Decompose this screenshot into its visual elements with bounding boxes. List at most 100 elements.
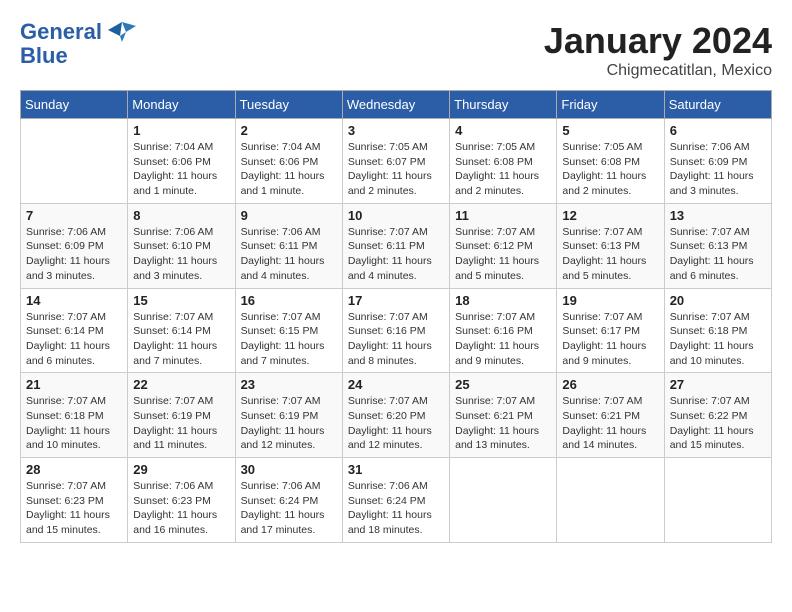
day-info: Sunrise: 7:07 AMSunset: 6:23 PMDaylight:… bbox=[26, 479, 122, 538]
day-info: Sunrise: 7:07 AMSunset: 6:19 PMDaylight:… bbox=[241, 394, 337, 453]
day-info: Sunrise: 7:07 AMSunset: 6:12 PMDaylight:… bbox=[455, 225, 551, 284]
day-number: 3 bbox=[348, 123, 444, 138]
day-number: 27 bbox=[670, 377, 766, 392]
title-block: January 2024 Chigmecatitlan, Mexico bbox=[544, 20, 772, 80]
day-number: 13 bbox=[670, 208, 766, 223]
day-info: Sunrise: 7:07 AMSunset: 6:18 PMDaylight:… bbox=[670, 310, 766, 369]
calendar-cell: 31Sunrise: 7:06 AMSunset: 6:24 PMDayligh… bbox=[342, 458, 449, 543]
calendar-cell: 25 Sunrise: 7:07 AMSunset: 6:21 PMDayligh… bbox=[450, 373, 557, 458]
day-info: Sunrise: 7:07 AMSunset: 6:20 PMDaylight:… bbox=[348, 394, 444, 453]
calendar-cell: 28 Sunrise: 7:07 AMSunset: 6:23 PMDayligh… bbox=[21, 458, 128, 543]
page-header: General Blue January 2024 Chigmecatitlan… bbox=[20, 20, 772, 80]
day-number: 2 bbox=[241, 123, 337, 138]
calendar-cell: 4 Sunrise: 7:05 AMSunset: 6:08 PMDaylight… bbox=[450, 119, 557, 204]
calendar-cell bbox=[664, 458, 771, 543]
calendar-cell: 27 Sunrise: 7:07 AMSunset: 6:22 PMDayligh… bbox=[664, 373, 771, 458]
day-number: 26 bbox=[562, 377, 658, 392]
weekday-header-friday: Friday bbox=[557, 91, 664, 119]
day-number: 23 bbox=[241, 377, 337, 392]
day-info: Sunrise: 7:06 AMSunset: 6:24 PMDaylight:… bbox=[241, 479, 337, 538]
day-number: 15 bbox=[133, 293, 229, 308]
day-number: 25 bbox=[455, 377, 551, 392]
day-number: 20 bbox=[670, 293, 766, 308]
day-number: 4 bbox=[455, 123, 551, 138]
day-info: Sunrise: 7:07 AMSunset: 6:16 PMDaylight:… bbox=[455, 310, 551, 369]
calendar-cell: 8 Sunrise: 7:06 AMSunset: 6:10 PMDaylight… bbox=[128, 203, 235, 288]
logo: General Blue bbox=[20, 20, 136, 68]
day-number: 21 bbox=[26, 377, 122, 392]
weekday-header-thursday: Thursday bbox=[450, 91, 557, 119]
day-info: Sunrise: 7:04 AMSunset: 6:06 PMDaylight:… bbox=[241, 140, 337, 199]
calendar-cell: 17Sunrise: 7:07 AMSunset: 6:16 PMDayligh… bbox=[342, 288, 449, 373]
day-number: 19 bbox=[562, 293, 658, 308]
day-info: Sunrise: 7:07 AMSunset: 6:13 PMDaylight:… bbox=[670, 225, 766, 284]
calendar-cell: 22Sunrise: 7:07 AMSunset: 6:19 PMDayligh… bbox=[128, 373, 235, 458]
day-number: 29 bbox=[133, 462, 229, 477]
calendar-cell: 3 Sunrise: 7:05 AMSunset: 6:07 PMDaylight… bbox=[342, 119, 449, 204]
calendar-cell: 20 Sunrise: 7:07 AMSunset: 6:18 PMDayligh… bbox=[664, 288, 771, 373]
day-info: Sunrise: 7:06 AMSunset: 6:10 PMDaylight:… bbox=[133, 225, 229, 284]
day-info: Sunrise: 7:04 AMSunset: 6:06 PMDaylight:… bbox=[133, 140, 229, 199]
day-info: Sunrise: 7:07 AMSunset: 6:16 PMDaylight:… bbox=[348, 310, 444, 369]
calendar-cell: 11 Sunrise: 7:07 AMSunset: 6:12 PMDayligh… bbox=[450, 203, 557, 288]
calendar-cell: 21 Sunrise: 7:07 AMSunset: 6:18 PMDayligh… bbox=[21, 373, 128, 458]
calendar-cell: 29 Sunrise: 7:06 AMSunset: 6:23 PMDayligh… bbox=[128, 458, 235, 543]
day-number: 18 bbox=[455, 293, 551, 308]
day-info: Sunrise: 7:05 AMSunset: 6:08 PMDaylight:… bbox=[562, 140, 658, 199]
day-info: Sunrise: 7:07 AMSunset: 6:21 PMDaylight:… bbox=[455, 394, 551, 453]
day-info: Sunrise: 7:07 AMSunset: 6:17 PMDaylight:… bbox=[562, 310, 658, 369]
calendar-cell: 6 Sunrise: 7:06 AMSunset: 6:09 PMDaylight… bbox=[664, 119, 771, 204]
day-number: 10 bbox=[348, 208, 444, 223]
calendar-cell: 2 Sunrise: 7:04 AMSunset: 6:06 PMDaylight… bbox=[235, 119, 342, 204]
subtitle: Chigmecatitlan, Mexico bbox=[544, 62, 772, 80]
day-number: 16 bbox=[241, 293, 337, 308]
day-number: 24 bbox=[348, 377, 444, 392]
weekday-header-wednesday: Wednesday bbox=[342, 91, 449, 119]
day-number: 14 bbox=[26, 293, 122, 308]
day-number: 1 bbox=[133, 123, 229, 138]
day-info: Sunrise: 7:06 AMSunset: 6:09 PMDaylight:… bbox=[670, 140, 766, 199]
calendar-cell: 5 Sunrise: 7:05 AMSunset: 6:08 PMDaylight… bbox=[557, 119, 664, 204]
calendar-cell: 1 Sunrise: 7:04 AMSunset: 6:06 PMDaylight… bbox=[128, 119, 235, 204]
day-info: Sunrise: 7:07 AMSunset: 6:14 PMDaylight:… bbox=[133, 310, 229, 369]
day-info: Sunrise: 7:07 AMSunset: 6:19 PMDaylight:… bbox=[133, 394, 229, 453]
day-info: Sunrise: 7:07 AMSunset: 6:13 PMDaylight:… bbox=[562, 225, 658, 284]
day-number: 11 bbox=[455, 208, 551, 223]
day-info: Sunrise: 7:06 AMSunset: 6:11 PMDaylight:… bbox=[241, 225, 337, 284]
day-info: Sunrise: 7:07 AMSunset: 6:18 PMDaylight:… bbox=[26, 394, 122, 453]
day-number: 5 bbox=[562, 123, 658, 138]
weekday-header-tuesday: Tuesday bbox=[235, 91, 342, 119]
day-info: Sunrise: 7:05 AMSunset: 6:08 PMDaylight:… bbox=[455, 140, 551, 199]
calendar-cell: 7 Sunrise: 7:06 AMSunset: 6:09 PMDaylight… bbox=[21, 203, 128, 288]
day-number: 8 bbox=[133, 208, 229, 223]
calendar-cell: 19 Sunrise: 7:07 AMSunset: 6:17 PMDayligh… bbox=[557, 288, 664, 373]
day-number: 12 bbox=[562, 208, 658, 223]
calendar-cell: 30Sunrise: 7:06 AMSunset: 6:24 PMDayligh… bbox=[235, 458, 342, 543]
logo-line2: Blue bbox=[20, 44, 136, 68]
day-number: 6 bbox=[670, 123, 766, 138]
calendar-cell: 23 Sunrise: 7:07 AMSunset: 6:19 PMDayligh… bbox=[235, 373, 342, 458]
day-info: Sunrise: 7:06 AMSunset: 6:23 PMDaylight:… bbox=[133, 479, 229, 538]
calendar-cell: 24 Sunrise: 7:07 AMSunset: 6:20 PMDayligh… bbox=[342, 373, 449, 458]
calendar-cell bbox=[557, 458, 664, 543]
day-number: 28 bbox=[26, 462, 122, 477]
calendar-cell: 10 Sunrise: 7:07 AMSunset: 6:11 PMDayligh… bbox=[342, 203, 449, 288]
calendar-cell: 26Sunrise: 7:07 AMSunset: 6:21 PMDayligh… bbox=[557, 373, 664, 458]
calendar-cell bbox=[450, 458, 557, 543]
day-number: 7 bbox=[26, 208, 122, 223]
calendar-table: SundayMondayTuesdayWednesdayThursdayFrid… bbox=[20, 90, 772, 543]
calendar-cell: 12 Sunrise: 7:07 AMSunset: 6:13 PMDayligh… bbox=[557, 203, 664, 288]
main-title: January 2024 bbox=[544, 20, 772, 62]
calendar-cell: 14 Sunrise: 7:07 AMSunset: 6:14 PMDayligh… bbox=[21, 288, 128, 373]
weekday-header-saturday: Saturday bbox=[664, 91, 771, 119]
day-info: Sunrise: 7:05 AMSunset: 6:07 PMDaylight:… bbox=[348, 140, 444, 199]
day-info: Sunrise: 7:06 AMSunset: 6:24 PMDaylight:… bbox=[348, 479, 444, 538]
day-info: Sunrise: 7:06 AMSunset: 6:09 PMDaylight:… bbox=[26, 225, 122, 284]
calendar-cell: 15 Sunrise: 7:07 AMSunset: 6:14 PMDayligh… bbox=[128, 288, 235, 373]
weekday-header-monday: Monday bbox=[128, 91, 235, 119]
day-info: Sunrise: 7:07 AMSunset: 6:11 PMDaylight:… bbox=[348, 225, 444, 284]
day-info: Sunrise: 7:07 AMSunset: 6:22 PMDaylight:… bbox=[670, 394, 766, 453]
calendar-cell: 9Sunrise: 7:06 AMSunset: 6:11 PMDaylight… bbox=[235, 203, 342, 288]
day-info: Sunrise: 7:07 AMSunset: 6:14 PMDaylight:… bbox=[26, 310, 122, 369]
calendar-cell: 16Sunrise: 7:07 AMSunset: 6:15 PMDayligh… bbox=[235, 288, 342, 373]
